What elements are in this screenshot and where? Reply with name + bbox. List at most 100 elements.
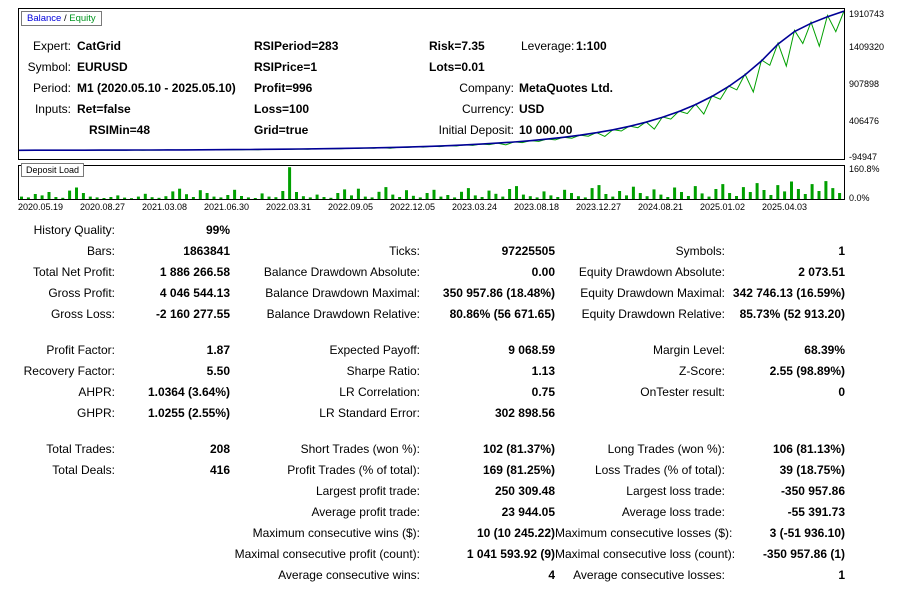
- stat-value: 302 898.56: [494, 406, 555, 420]
- stat-label: Balance Drawdown Relative:: [266, 307, 420, 321]
- stat-label: [0, 565, 115, 586]
- deposit-load-title: Deposit Load: [21, 163, 85, 177]
- stat-value: 9 068.59: [508, 343, 555, 357]
- chart-legend: Balance / Equity: [21, 11, 102, 26]
- deposit-bars: [20, 167, 842, 199]
- stat-value: 85.73% (52 913.20): [739, 307, 845, 321]
- stats-spacer: [0, 325, 900, 340]
- profit-param: Profit=996: [254, 81, 313, 95]
- balance-axis-label: -94947: [849, 152, 878, 162]
- stat-label: [0, 544, 115, 565]
- stat-label: AHPR:: [78, 385, 115, 399]
- stats-row: History Quality: 99%: [0, 220, 900, 241]
- stats-row: Recovery Factor: 5.50 Sharpe Ratio: 1.13 Z-S…: [0, 361, 900, 382]
- stat-label: Loss Trades (% of total):: [594, 463, 725, 477]
- stat-label: [0, 502, 115, 523]
- stat-label: [555, 220, 725, 241]
- stat-label: Maximal consecutive profit (count):: [234, 547, 420, 561]
- stat-label: Maximum consecutive losses ($):: [555, 526, 733, 540]
- stat-label: Balance Drawdown Maximal:: [265, 286, 420, 300]
- stat-value: -350 957.86: [780, 484, 845, 498]
- stat-label: Profit Factor:: [46, 343, 115, 357]
- stats-spacer: [0, 424, 900, 439]
- stat-value: 99%: [205, 223, 230, 237]
- symbol-label: Symbol:: [27, 60, 71, 74]
- date-axis-label: 2025.01.02: [700, 202, 746, 212]
- stat-value: [115, 544, 230, 565]
- stats-row: Total Trades: 208 Short Trades (won %): 102…: [0, 439, 900, 460]
- stat-label: Average profit trade:: [311, 505, 420, 519]
- stat-value: 23 944.05: [501, 505, 555, 519]
- info-row-expert: Expert: CatGrid RSIPeriod=283 Risk=7.35 …: [19, 39, 844, 55]
- initial-deposit-value: 10 000.00: [519, 123, 573, 137]
- stat-value: -2 160 277.55: [155, 307, 230, 321]
- stat-value: 68.39%: [804, 343, 845, 357]
- date-axis-label: 2022.12.05: [390, 202, 436, 212]
- stat-label: Symbols:: [675, 244, 725, 258]
- stat-value: 1.87: [206, 343, 230, 357]
- date-axis-label: 2025.04.03: [762, 202, 808, 212]
- stat-value: 10 (10 245.22): [476, 526, 555, 540]
- company-value: MetaQuotes Ltd.: [519, 81, 614, 95]
- deposit-load-chart-panel: Deposit Load: [18, 163, 845, 200]
- stat-value: 0.00: [531, 265, 555, 279]
- stat-label: Gross Profit:: [48, 286, 115, 300]
- stat-label: Average loss trade:: [621, 505, 725, 519]
- balance-axis-label: 1910743: [849, 9, 885, 19]
- stats-row: Total Net Profit: 1 886 266.58 Balance Dra…: [0, 262, 900, 283]
- stats-row: Gross Loss: -2 160 277.55 Balance Drawdown…: [0, 304, 900, 325]
- stat-label: Short Trades (won %):: [300, 442, 420, 456]
- info-row-symbol: Symbol: EURUSD RSIPrice=1 Lots=0.01: [19, 60, 844, 76]
- period-value: M1 (2020.05.10 - 2025.05.10): [77, 81, 236, 95]
- deposit-load-chart: [20, 167, 842, 199]
- stat-value: 250 309.48: [494, 484, 555, 498]
- stat-label: [230, 220, 420, 241]
- date-axis-label: 2020.05.19: [18, 202, 64, 212]
- info-row-inputs: Inputs: Ret=false Loss=100 Currency: USD: [19, 102, 844, 118]
- currency-value: USD: [519, 102, 545, 116]
- stat-value: 1: [838, 244, 845, 258]
- stat-value: 208: [209, 442, 230, 456]
- stat-label: Long Trades (won %):: [607, 442, 725, 456]
- date-axis-label: 2024.08.21: [638, 202, 684, 212]
- stat-label: Equity Drawdown Relative:: [581, 307, 725, 321]
- stat-value: 0: [838, 385, 845, 399]
- stat-label: Bars:: [86, 244, 115, 258]
- test-info-overlay: Expert: CatGrid RSIPeriod=283 Risk=7.35 …: [19, 9, 844, 159]
- date-axis-label: 2020.08.27: [80, 202, 126, 212]
- stat-value: 416: [209, 463, 230, 477]
- stat-value: 1.13: [531, 364, 555, 378]
- inputs-label: Inputs:: [34, 102, 71, 116]
- stat-value: 1.0255 (2.55%): [147, 406, 230, 420]
- stat-value: 4: [548, 568, 555, 582]
- deposit-axis-max-label: 160.8%: [849, 164, 880, 174]
- legend-balance-label: Balance: [27, 13, 62, 24]
- inputs-value: Ret=false: [77, 102, 131, 116]
- stat-label: Expected Payoff:: [329, 343, 420, 357]
- grid-param: Grid=true: [254, 123, 309, 137]
- stat-label: Profit Trades (% of total):: [287, 463, 420, 477]
- date-axis-label: 2023.08.18: [514, 202, 560, 212]
- stats-row: Maximum consecutive wins ($): 10 (10 245.…: [0, 523, 900, 544]
- stat-label: Total Net Profit:: [32, 265, 115, 279]
- balance-equity-chart-panel: Balance / Equity Expert: CatGrid RSIPeri…: [18, 8, 845, 160]
- stat-value: 3 (-51 936.10): [769, 526, 845, 540]
- date-axis-label: 2023.03.24: [452, 202, 498, 212]
- stat-value: 1: [838, 568, 845, 582]
- date-axis-label: 2021.03.08: [142, 202, 188, 212]
- stats-row: Bars: 1863841 Ticks: 97225505 Symbols: 1: [0, 241, 900, 262]
- stat-value: [420, 220, 555, 241]
- stat-value: 4 046 544.13: [159, 286, 230, 300]
- expert-value: CatGrid: [77, 39, 122, 53]
- stat-value: [115, 481, 230, 502]
- stat-label: Total Deals:: [52, 463, 115, 477]
- stat-label: Equity Drawdown Maximal:: [580, 286, 725, 300]
- stat-label: [0, 481, 115, 502]
- stats-row: Maximal consecutive profit (count): 1 041…: [0, 544, 900, 565]
- stat-label: LR Correlation:: [339, 385, 420, 399]
- stat-value: 106 (81.13%): [772, 442, 845, 456]
- stat-value: 1.0364 (3.64%): [147, 385, 230, 399]
- stat-value: 97225505: [501, 244, 555, 258]
- info-row-period: Period: M1 (2020.05.10 - 2025.05.10) Pro…: [19, 81, 844, 97]
- stat-value: 342 746.13 (16.59%): [732, 286, 845, 300]
